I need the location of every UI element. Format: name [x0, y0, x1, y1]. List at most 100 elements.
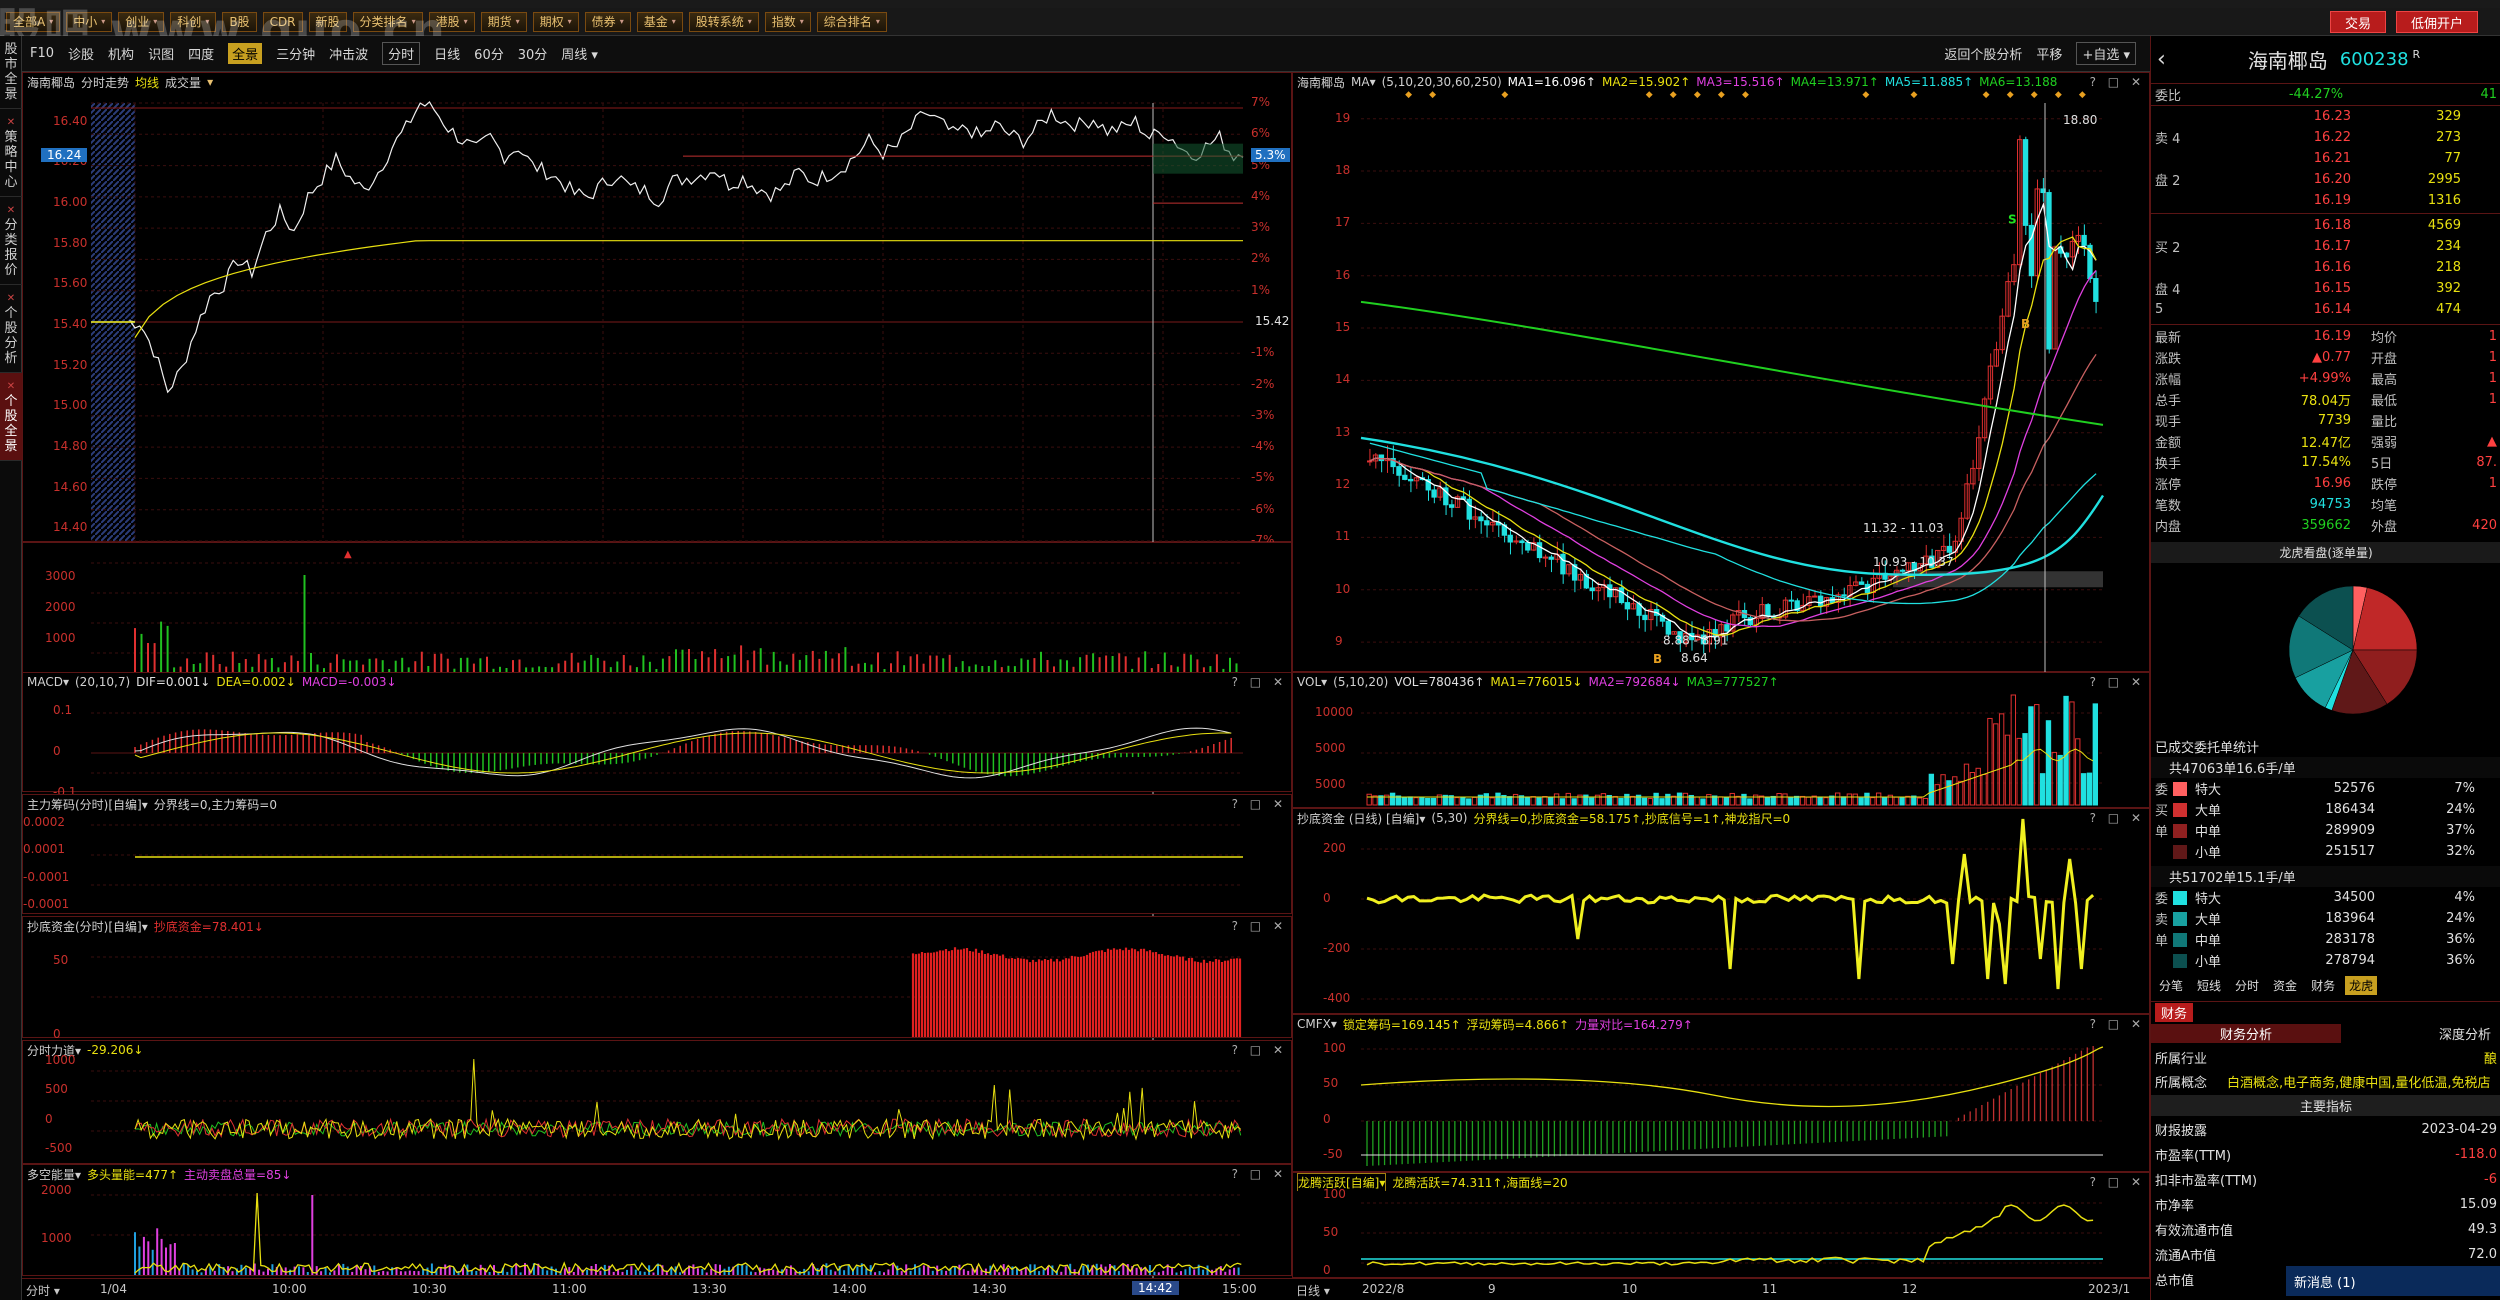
volume-bar	[1981, 774, 1987, 806]
toolbar-right-item-0[interactable]: 返回个股分析	[1944, 44, 2022, 63]
toolbar-item-5[interactable]: 全景	[228, 43, 263, 64]
side-tab-2[interactable]: ✕ 分类报价	[0, 197, 22, 285]
force-axis-label: 1000	[45, 1053, 76, 1067]
quote-tab-0[interactable]: 分笔	[2155, 976, 2187, 995]
close-icon[interactable]: ✕	[0, 203, 22, 218]
high-marker: ▲	[344, 549, 352, 560]
stat-label: 均笔	[2371, 499, 2398, 514]
volume-bar	[1413, 797, 1419, 806]
volume-bar	[1671, 795, 1677, 806]
toolbar-item-3[interactable]: 识图	[148, 44, 174, 63]
finance-analysis-tab[interactable]: 财务分析	[2151, 1024, 2341, 1043]
sell-level-4: 卖 4 16.22 273	[2151, 127, 2500, 148]
level-label: 盘 4	[2155, 283, 2181, 298]
toolbar-item-11[interactable]: 30分	[518, 44, 548, 63]
level-price: 16.16	[2313, 260, 2351, 275]
period-selector[interactable]: 分时 ▾	[26, 1282, 60, 1299]
category-11[interactable]: 债券 ▾	[584, 11, 631, 32]
side-tab-char: 个	[4, 306, 18, 321]
side-tab-1[interactable]: ✕ 策略中心	[0, 109, 22, 197]
close-icon[interactable]: ✕	[0, 379, 22, 394]
quote-tab-5[interactable]: 龙虎	[2345, 976, 2378, 995]
volume-bar	[1975, 767, 1981, 806]
period-selector[interactable]: 日线 ▾	[1296, 1282, 1330, 1299]
category-15[interactable]: 综合排名 ▾	[816, 11, 887, 32]
price-axis-label: 15.20	[53, 357, 88, 372]
vol-axis-label: 10000	[1315, 705, 1354, 719]
stat-value: 87.	[2476, 455, 2497, 470]
news-notification[interactable]: 新消息 (1)	[2286, 1266, 2500, 1296]
stat-value: 78.04万	[2300, 394, 2351, 409]
buy-orders-row: 委 特大 52576 7%	[2151, 778, 2500, 799]
open-account-button[interactable]: 低佣开户	[2396, 11, 2479, 33]
close-icon[interactable]: ✕	[0, 115, 22, 130]
weibi-row: 委比 -44.27% 41	[2151, 84, 2500, 105]
finance-tab[interactable]: 财务	[2155, 1002, 2194, 1022]
force-axis-label: -500	[45, 1141, 73, 1155]
quote-tab-4[interactable]: 财务	[2307, 976, 2339, 995]
time-axis-label: 10:00	[272, 1282, 307, 1296]
side-tab-0[interactable]: 股市全景	[0, 36, 22, 109]
volume-bar	[1425, 797, 1431, 806]
dragon-active-line	[1366, 1204, 2094, 1266]
toolbar-item-2[interactable]: 机构	[108, 44, 134, 63]
time-axis-label: 13:30	[692, 1282, 727, 1296]
quote-tab-2[interactable]: 分时	[2231, 976, 2263, 995]
back-arrow-icon[interactable]: ‹	[2157, 47, 2166, 72]
pie-title-row: 龙虎看盘(逐单量)	[2151, 542, 2500, 563]
toolbar-item-7[interactable]: 冲击波	[329, 44, 368, 63]
level-label: 买 2	[2155, 241, 2181, 256]
candle	[1407, 478, 1414, 482]
intraday-volume-chart: ▲ 3000 2000 1000	[22, 542, 1292, 676]
toolbar-right-item-2[interactable]: +自选 ▾	[2076, 42, 2136, 65]
pct-axis-label: -4%	[1251, 439, 1275, 454]
volume-axis-label: 3000	[45, 569, 76, 583]
toolbar-item-6[interactable]: 三分钟	[276, 44, 315, 63]
level-label: 5	[2155, 302, 2164, 317]
price-axis-label: 16.00	[53, 195, 88, 210]
category-10[interactable]: 期权 ▾	[532, 11, 579, 32]
volume-bar	[1565, 792, 1571, 806]
stat-row: 最新 16.19 均价 1	[2151, 326, 2500, 347]
quote-tab-3[interactable]: 资金	[2269, 976, 2301, 995]
level-volume: 77	[2444, 151, 2461, 166]
candle	[1858, 581, 1865, 585]
volume-bar	[1524, 796, 1530, 806]
toolbar-item-1[interactable]: 诊股	[68, 44, 94, 63]
level-price: 16.14	[2313, 302, 2351, 317]
toolbar-item-12[interactable]: 周线 ▾	[561, 44, 598, 63]
quote-tab-1[interactable]: 短线	[2193, 976, 2225, 995]
highlight-band	[1153, 143, 1243, 174]
volume-bar	[1922, 797, 1929, 806]
toolbar-item-0[interactable]: F10	[30, 46, 54, 61]
bottom-fund-daily-svg	[1361, 818, 2103, 1000]
weibi-value: -44.27%	[2288, 87, 2344, 102]
stat-row: 涨幅 +4.99% 最高 1	[2151, 368, 2500, 389]
candle	[1618, 587, 1625, 604]
side-tab-4[interactable]: ✕ 个股全景	[0, 373, 22, 461]
volume-bar	[1788, 797, 1794, 806]
toolbar-item-9[interactable]: 日线	[434, 44, 460, 63]
stat-value: 359662	[2301, 518, 2351, 533]
category-14[interactable]: 指数 ▾	[764, 11, 811, 32]
category-9[interactable]: 期货 ▾	[480, 11, 527, 32]
close-icon[interactable]: ✕	[0, 291, 22, 306]
trade-button[interactable]: 交易	[2330, 11, 2387, 33]
deep-analysis-tab[interactable]: 深度分析	[2341, 1024, 2500, 1043]
toolbar-item-10[interactable]: 60分	[474, 44, 504, 63]
kline-axis-label: 13	[1335, 424, 1351, 439]
time-axis: 分时 ▾ 1/04 10:00 10:30 11:00 13:30 14:00 14:30 15…	[22, 1278, 1292, 1300]
toolbar-item-4[interactable]: 四度	[188, 44, 214, 63]
volume-bar	[1460, 796, 1466, 806]
volume-bar	[1454, 797, 1460, 806]
category-13[interactable]: 股转系统 ▾	[688, 11, 759, 32]
toolbar-item-8[interactable]: 分时	[382, 42, 421, 65]
category-label: 期权	[539, 15, 564, 29]
volume-bar	[2022, 733, 2028, 806]
category-12[interactable]: 基金 ▾	[636, 11, 683, 32]
stat-label: 涨幅	[2155, 373, 2182, 388]
toolbar-right-item-1[interactable]: 平移	[2036, 44, 2062, 63]
side-tab-3[interactable]: ✕ 个股分析	[0, 285, 22, 373]
sell-level-2: 盘 2 16.20 2995	[2151, 169, 2500, 190]
signal-diamond: ◆	[2079, 90, 2086, 100]
